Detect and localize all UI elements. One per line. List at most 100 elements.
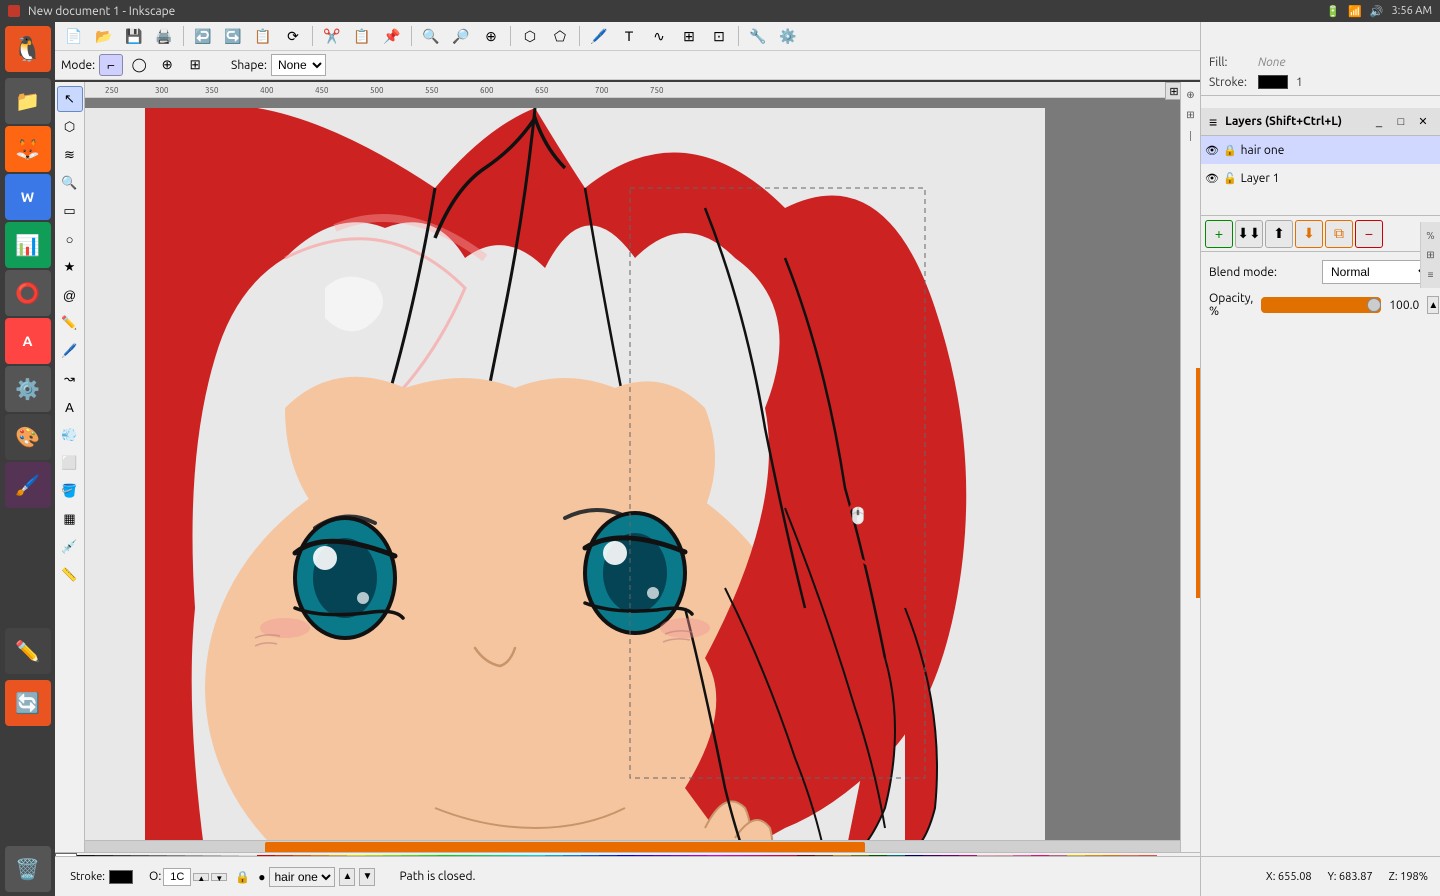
mode-symmetric-btn[interactable]: ⊕ (155, 54, 179, 76)
app-icon-files[interactable]: 📁 (5, 78, 51, 124)
grid-icon[interactable]: ⊞ (1182, 106, 1200, 124)
gradient-tool[interactable]: ▦ (57, 506, 83, 532)
layers-close-btn[interactable]: ✕ (1414, 113, 1432, 131)
history-button[interactable]: 📋 (250, 24, 276, 48)
ubuntu-logo[interactable]: 🐧 (5, 26, 51, 72)
layer-item-layer1[interactable]: 👁 🔓 Layer 1 (1201, 164, 1440, 192)
redo-button[interactable]: ↪️ (220, 24, 246, 48)
list-icon[interactable]: ≡ (1422, 266, 1440, 284)
redo2-button[interactable]: ⟳ (280, 24, 306, 48)
bezier-button[interactable]: ∿ (646, 24, 672, 48)
layer-item-hair-one[interactable]: 👁 🔒 hair one (1201, 136, 1440, 164)
app-icon-settings[interactable]: ⚙️ (5, 366, 51, 412)
tweak-tool[interactable]: ≋ (57, 142, 83, 168)
dist-button[interactable]: ⊡ (706, 24, 732, 48)
right-panel-side-icons: % ⊞ ≡ (1420, 222, 1440, 288)
stroke-status-label: Stroke: (70, 871, 105, 883)
move-layer-bottom-btn[interactable]: ⬇⬇ (1235, 220, 1263, 248)
app-icon-browser[interactable]: 🦊 (5, 126, 51, 172)
layer-vis-icon-1[interactable]: 👁 (1205, 144, 1219, 157)
app-icon-updates[interactable]: 🔄 (5, 680, 51, 726)
stroke-swatch[interactable] (1258, 75, 1288, 89)
zoom-out-button[interactable]: 🔍 (418, 24, 444, 48)
layer-down-btn[interactable]: ▼ (359, 868, 375, 886)
layer-lock-icon-2[interactable]: 🔓 (1223, 172, 1237, 185)
node-tool[interactable]: ⬡ (57, 114, 83, 140)
canvas-area[interactable]: 🖱️ (85, 98, 1200, 856)
ellipse-tool[interactable]: ○ (57, 226, 83, 252)
opacity-status-input[interactable] (163, 868, 191, 886)
open-button[interactable]: 📂 (91, 24, 117, 48)
app-icon-circle[interactable]: ⭕ (5, 270, 51, 316)
align-button[interactable]: ⊞ (676, 24, 702, 48)
paste-button[interactable]: 📌 (379, 24, 405, 48)
mode-corner-btn[interactable]: ⌐ (99, 54, 123, 76)
opacity-slider[interactable] (1261, 297, 1381, 313)
delete-layer-btn[interactable]: − (1355, 220, 1383, 248)
move-layer-up-btn[interactable]: ⬆ (1265, 220, 1293, 248)
text-tool-tb[interactable]: T (616, 24, 642, 48)
window-title: New document 1 - Inkscape (28, 5, 175, 18)
inkscape-prefs[interactable]: ⚙️ (775, 24, 801, 48)
star-tool[interactable]: ★ (57, 254, 83, 280)
app-icon-docs[interactable]: W (5, 174, 51, 220)
new-button[interactable]: 📄 (61, 24, 87, 48)
move-layer-down-btn[interactable]: ⬇ (1295, 220, 1323, 248)
guide-icon[interactable]: | (1182, 126, 1200, 144)
stroke-status-swatch[interactable] (109, 870, 133, 884)
close-button[interactable] (8, 5, 20, 17)
zoom-tool[interactable]: 🔍 (57, 170, 83, 196)
add-layer-btn[interactable]: + (1205, 220, 1233, 248)
opacity-up-btn[interactable]: ▲ (193, 873, 209, 881)
layer-select[interactable]: hair one Layer 1 (269, 867, 335, 887)
app-icon-inkscape[interactable]: 🎨 (5, 414, 51, 460)
layers-expand-btn[interactable]: □ (1392, 113, 1410, 131)
app-icon-spreadsheet[interactable]: 📊 (5, 222, 51, 268)
select-tool[interactable]: ↖ (57, 86, 83, 112)
snap-global-icon[interactable]: % (1422, 226, 1440, 244)
measure-tool[interactable]: 📏 (57, 562, 83, 588)
text-tool[interactable]: A (57, 394, 83, 420)
eraser-tool[interactable]: ⬜ (57, 450, 83, 476)
duplicate-layer-btn[interactable]: ⧉ (1325, 220, 1353, 248)
layer-vis-icon-2[interactable]: 👁 (1205, 172, 1219, 185)
blend-mode-select[interactable]: Normal Multiply Screen Overlay (1322, 260, 1432, 284)
spiral-tool[interactable]: @ (57, 282, 83, 308)
shape-select[interactable]: None (271, 54, 326, 76)
status-message: Path is closed. (399, 870, 475, 883)
print-button[interactable]: 🖨️ (151, 24, 177, 48)
grid2-icon[interactable]: ⊞ (1422, 246, 1440, 264)
edit-paths-button[interactable]: 🖊️ (586, 24, 612, 48)
layers-minimize-btn[interactable]: _ (1370, 113, 1388, 131)
app-icon-text[interactable]: A (5, 318, 51, 364)
zoom-in-button[interactable]: 🔎 (448, 24, 474, 48)
layers-list: 👁 🔒 hair one 👁 🔓 Layer 1 (1201, 136, 1440, 216)
mode-smooth-btn[interactable]: ◯ (127, 54, 151, 76)
rect-tool[interactable]: ▭ (57, 198, 83, 224)
paint-bucket-tool[interactable]: 🪣 (57, 478, 83, 504)
layer-toggle-btn[interactable]: ▲ (339, 868, 355, 886)
pen-tool[interactable]: 🖊️ (57, 338, 83, 364)
app-icon-edit2[interactable]: ✏️ (5, 628, 51, 674)
eyedropper-tool[interactable]: 💉 (57, 534, 83, 560)
trash-icon[interactable]: 🗑️ (5, 846, 51, 892)
calligraphy-tool[interactable]: ↝ (57, 366, 83, 392)
app-icon-paint[interactable]: 🖌️ (5, 462, 51, 508)
node-button[interactable]: ⬠ (547, 24, 573, 48)
pencil-tool[interactable]: ✏️ (57, 310, 83, 336)
snap-icon[interactable]: ⊕ (1182, 86, 1200, 104)
mode-auto-btn[interactable]: ⊞ (183, 54, 207, 76)
spray-tool[interactable]: 💨 (57, 422, 83, 448)
layer-lock-icon-1[interactable]: 🔒 (1223, 144, 1237, 157)
prefs-button[interactable]: 🔧 (745, 24, 771, 48)
opacity-status: O: ▲ ▼ (149, 868, 227, 886)
opacity-increment-btn[interactable]: ▲ (1427, 296, 1439, 314)
lock-status-icon: 🔒 (235, 870, 250, 884)
opacity-down-btn[interactable]: ▼ (211, 873, 227, 881)
zoom-fit-button[interactable]: ⊕ (478, 24, 504, 48)
save-button[interactable]: 💾 (121, 24, 147, 48)
cut-button[interactable]: ✂️ (319, 24, 345, 48)
transform-button[interactable]: ⬡ (517, 24, 543, 48)
undo-button[interactable]: ↩️ (190, 24, 216, 48)
copy-button[interactable]: 📋 (349, 24, 375, 48)
